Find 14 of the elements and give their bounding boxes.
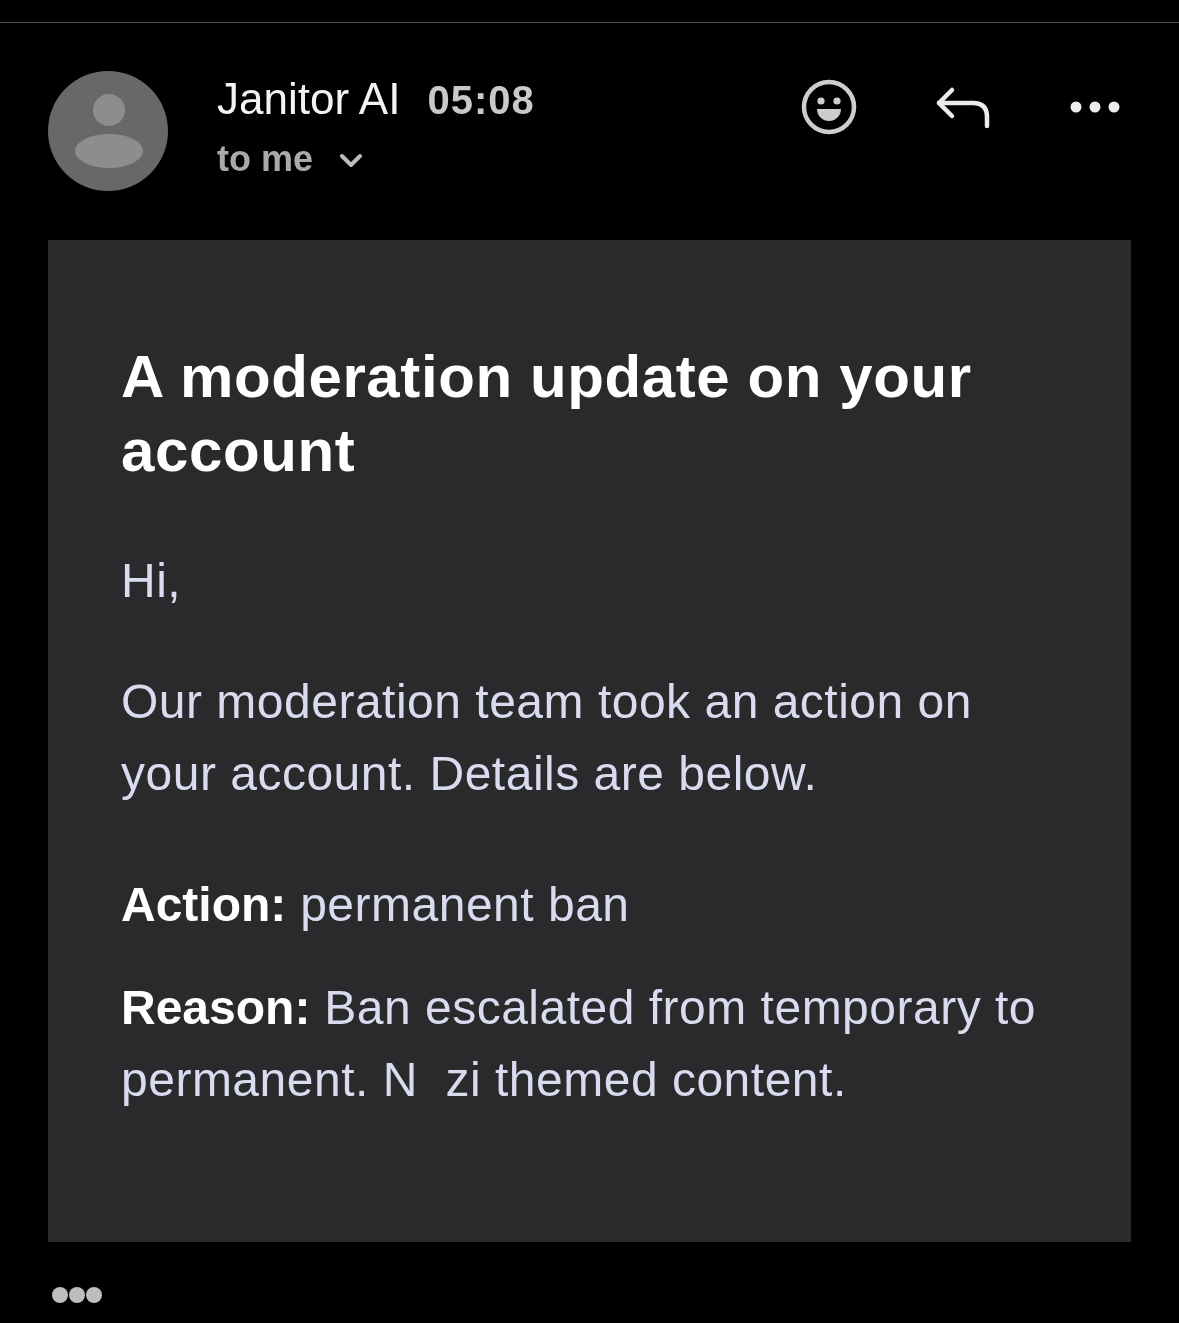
detail-line: Action: permanent ban <box>121 877 631 933</box>
more-icon[interactable] <box>1070 101 1120 113</box>
reply-icon[interactable] <box>935 85 991 129</box>
avatar-icon <box>48 71 168 191</box>
ellipsis-icon[interactable] <box>51 1286 103 1304</box>
message-title: A moderation update on your account <box>121 342 973 486</box>
greeting-text: Hi, <box>121 553 183 609</box>
sent-time: 05:08 <box>427 77 535 124</box>
smiley-icon[interactable] <box>801 79 857 135</box>
body-paragraph: Our moderation team took an action on your account. Details are below. <box>121 674 973 802</box>
detail-line: Reason: Ban escalated from temporary to permanent. N zi themed content. <box>121 980 1038 1108</box>
sender-name: Janitor AI <box>217 73 401 125</box>
recipient-toggle[interactable]: to me <box>217 137 363 180</box>
chevron-down-icon <box>339 153 363 168</box>
